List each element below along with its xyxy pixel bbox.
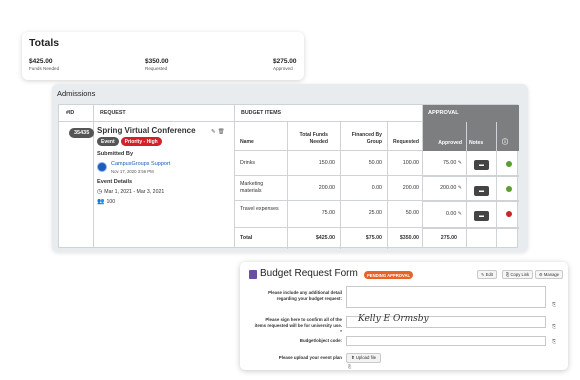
col-notes: Notes (469, 140, 484, 146)
attendee-count: 100 (106, 198, 116, 205)
budget-name: Marketing materials (240, 181, 264, 194)
approved-value: 0.00 (446, 211, 457, 217)
manage-button[interactable]: ⚙ Manage (535, 270, 564, 279)
totals-label: Approved (273, 66, 293, 71)
status-dot (506, 186, 512, 192)
people-icon: 👥 (97, 199, 105, 205)
budget-total: 75.00 (321, 210, 335, 216)
copy-link-button[interactable]: ⎘ Copy Link (502, 270, 534, 279)
question-label: Please include any additional detail reg… (268, 290, 342, 301)
pencil-icon[interactable]: ✎ (458, 211, 462, 217)
totals-title: Totals (29, 37, 60, 49)
question-label: Budget/object code: (299, 338, 342, 343)
request-id-badge[interactable]: 35435 (69, 128, 95, 138)
approved-amount[interactable]: 200.00 ✎ (424, 185, 462, 191)
totals-label: Funds Needed (29, 66, 60, 71)
budget-requested: 100.00 (402, 160, 419, 166)
request-actions: ✎🗑 (211, 129, 227, 135)
event-details-label: Event Details (97, 179, 133, 185)
copy-icon[interactable]: ⎘ (552, 324, 556, 330)
approved-value: 200.00 (440, 185, 457, 191)
total-requested: $350.00 (399, 235, 419, 241)
admissions-title: Admissions (57, 89, 96, 98)
trash-icon[interactable]: 🗑 (218, 129, 227, 135)
col-financed: Financed By Group (351, 132, 382, 145)
totals-amount: $350.00 (145, 58, 169, 65)
total-approved: 275.00 (440, 235, 457, 241)
tag-event: Event (97, 137, 119, 146)
col-approved: Approved (438, 140, 462, 146)
budget-financed: 25.00 (368, 210, 382, 216)
pencil-icon[interactable]: ✎ (211, 129, 218, 135)
col-requested: Requested (392, 138, 419, 145)
info-icon: ⓘ (502, 140, 509, 146)
signature: Kelly E Ormsby (358, 314, 429, 324)
submitted-by-label: Submitted By (97, 151, 134, 157)
copy-icon[interactable]: ⎘ (348, 364, 351, 369)
totals-amount: $425.00 (29, 58, 53, 65)
col-name: Name (240, 138, 254, 145)
approval-header: APPROVAL Approved Notes ⓘ (422, 105, 519, 151)
notes-button[interactable]: ▬ (474, 211, 489, 221)
totals-label: Requested (145, 66, 168, 71)
status-badge: PENDING APPROVAL (364, 271, 414, 279)
form-title: Budget Request Form (260, 268, 358, 279)
pencil-icon[interactable]: ✎ (458, 185, 462, 191)
upload-file-button[interactable]: ⬆ Upload file (346, 353, 382, 363)
question-label: Please upload your event plan (278, 355, 342, 360)
notes-button[interactable]: ▬ (474, 186, 489, 196)
status-dot (506, 211, 512, 217)
submitter-link[interactable]: CampusGroups Support (111, 161, 170, 167)
budget-requested: 200.00 (402, 185, 419, 191)
submitted-date: Nov 17, 2020 3:56 PM (111, 169, 154, 174)
request-details: Spring Virtual Conference Event Priority… (97, 126, 229, 205)
approved-value: 75.00 (443, 160, 457, 166)
avatar (97, 162, 107, 172)
totals-row: $425.00 Funds Needed $350.00 Requested $… (29, 58, 297, 71)
approved-amount[interactable]: 0.00 ✎ (424, 211, 462, 217)
budget-total: 200.00 (318, 185, 335, 191)
budget-financed: 0.00 (371, 185, 382, 191)
budget-total: 150.00 (318, 160, 335, 166)
budget-code-input[interactable] (346, 336, 546, 346)
pencil-icon[interactable]: ✎ (458, 160, 462, 166)
copy-icon[interactable]: ⎘ (552, 339, 556, 345)
request-title[interactable]: Spring Virtual Conference (97, 126, 229, 135)
details-textarea[interactable] (346, 286, 546, 308)
admissions-panel: Admissions #ID REQUEST BUDGET ITEMS 3543… (52, 84, 528, 252)
question-label: Please sign here to confirm all of the i… (254, 317, 342, 334)
budget-financed: 50.00 (368, 160, 382, 166)
budget-requested: 50.00 (405, 210, 419, 216)
approved-amount[interactable]: 75.00 ✎ (424, 160, 462, 166)
admissions-table: #ID REQUEST BUDGET ITEMS 35435 Spring Vi… (58, 104, 519, 249)
budget-request-form: Budget Request Form PENDING APPROVAL ✎ E… (240, 262, 568, 370)
clock-icon: ◷ (97, 189, 103, 195)
total-funds: $425.00 (315, 235, 335, 241)
tag-priority: Priority - High (120, 137, 162, 146)
budget-name: Travel expenses (240, 206, 279, 212)
edit-button[interactable]: ✎ Edit (477, 270, 497, 279)
approval-cells: 75.00 ✎ ▬ 200.00 ✎ ▬ 0.00 ✎ ▬ 275.00 (422, 151, 519, 249)
header-id: #ID (59, 105, 93, 122)
event-dates: Mar 1, 2021 - Mar 3, 2021 (104, 188, 165, 195)
total-label: Total (240, 235, 253, 241)
budget-name: Drinks (240, 160, 256, 166)
copy-icon[interactable]: ⎘ (552, 302, 556, 308)
totals-card: Totals $425.00 Funds Needed $350.00 Requ… (22, 32, 304, 80)
total-financed: $75.00 (365, 235, 382, 241)
totals-amount: $275.00 (273, 58, 297, 65)
totals-funds-needed: $425.00 Funds Needed (29, 58, 145, 71)
header-approval: APPROVAL (428, 110, 459, 116)
totals-requested: $350.00 Requested (145, 58, 273, 71)
notes-button[interactable]: ▬ (474, 160, 489, 170)
status-dot (506, 161, 512, 167)
form-icon (249, 270, 257, 279)
header-request: REQUEST (93, 105, 234, 122)
totals-approved: $275.00 Approved (273, 58, 297, 71)
